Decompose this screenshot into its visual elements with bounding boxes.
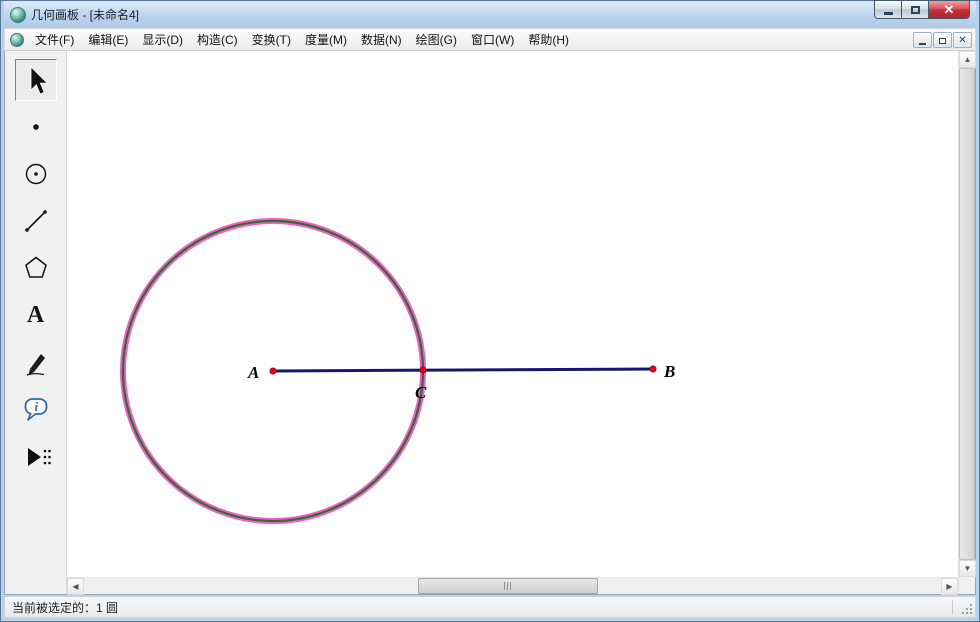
information-tool[interactable]: i bbox=[15, 388, 57, 430]
horizontal-scroll-thumb[interactable] bbox=[418, 578, 598, 594]
mdi-minimize-icon bbox=[919, 43, 926, 45]
compass-tool[interactable] bbox=[15, 153, 57, 195]
window-title: 几何画板 - [未命名4] bbox=[31, 6, 139, 23]
horizontal-scroll-track[interactable] bbox=[84, 578, 941, 594]
window-controls: ✕ bbox=[875, 0, 970, 19]
horizontal-scrollbar[interactable]: ◀ ▶ bbox=[67, 577, 958, 594]
segment-object[interactable] bbox=[273, 369, 653, 371]
menu-measure[interactable]: 度量(M) bbox=[298, 28, 354, 51]
tool-palette: A i bbox=[5, 51, 67, 594]
custom-tool-icon bbox=[19, 440, 53, 472]
resize-grip[interactable] bbox=[970, 612, 972, 614]
svg-text:i: i bbox=[34, 399, 38, 414]
scroll-down-arrow[interactable]: ▼ bbox=[959, 560, 976, 577]
title-bar[interactable]: 几何画板 - [未命名4] ✕ bbox=[4, 1, 976, 28]
menu-graph[interactable]: 绘图(G) bbox=[409, 28, 464, 51]
marker-icon bbox=[20, 346, 52, 378]
vertical-scroll-track[interactable] bbox=[959, 68, 975, 560]
point-label-A[interactable]: A bbox=[247, 363, 259, 382]
selection-arrow-tool[interactable] bbox=[15, 59, 57, 101]
custom-tool[interactable] bbox=[15, 435, 57, 477]
mdi-restore-button[interactable] bbox=[933, 32, 952, 48]
polygon-tool[interactable] bbox=[15, 247, 57, 289]
app-icon bbox=[10, 7, 26, 23]
information-icon: i bbox=[20, 393, 52, 425]
status-right-panel bbox=[953, 597, 975, 617]
point-label-B[interactable]: B bbox=[663, 362, 675, 381]
straightedge-tool[interactable] bbox=[15, 200, 57, 242]
straightedge-icon bbox=[20, 205, 52, 237]
mdi-restore-icon bbox=[939, 38, 946, 44]
sketch-canvas[interactable]: A B C bbox=[67, 51, 958, 577]
document-icon bbox=[10, 33, 24, 47]
point-icon bbox=[20, 111, 52, 143]
polygon-icon bbox=[20, 252, 52, 284]
mdi-close-icon: ✕ bbox=[958, 35, 966, 46]
menu-window[interactable]: 窗口(W) bbox=[464, 28, 521, 51]
status-bar: 当前被选定的：1 圆 bbox=[4, 596, 976, 618]
point-A[interactable] bbox=[270, 368, 276, 374]
menu-bar: 文件(F) 编辑(E) 显示(D) 构造(C) 变换(T) 度量(M) 数据(N… bbox=[4, 28, 976, 51]
compass-icon bbox=[20, 158, 52, 190]
close-button[interactable]: ✕ bbox=[928, 0, 970, 19]
close-icon: ✕ bbox=[944, 2, 955, 18]
minimize-button[interactable] bbox=[874, 0, 902, 19]
menu-edit[interactable]: 编辑(E) bbox=[81, 28, 135, 51]
scroll-grip-icon bbox=[504, 582, 513, 590]
point-B[interactable] bbox=[650, 366, 656, 372]
app-window: 几何画板 - [未命名4] ✕ 文件(F) 编辑(E) 显示(D) 构造(C) … bbox=[0, 0, 980, 622]
menu-data[interactable]: 数据(N) bbox=[354, 28, 409, 51]
maximize-icon bbox=[911, 6, 920, 14]
workspace: A i bbox=[4, 51, 976, 595]
geometry-svg[interactable]: A B C bbox=[67, 51, 958, 577]
text-tool[interactable]: A bbox=[15, 294, 57, 336]
point-C[interactable] bbox=[420, 367, 426, 373]
scroll-up-arrow[interactable]: ▲ bbox=[959, 51, 976, 68]
maximize-button[interactable] bbox=[901, 0, 929, 19]
text-tool-icon: A bbox=[27, 302, 44, 329]
marker-tool[interactable] bbox=[15, 341, 57, 383]
scrollbar-corner bbox=[959, 577, 975, 594]
selection-arrow-icon bbox=[20, 64, 52, 96]
menu-transform[interactable]: 变换(T) bbox=[245, 28, 298, 51]
selection-status-text: 当前被选定的：1 圆 bbox=[5, 599, 952, 616]
menu-display[interactable]: 显示(D) bbox=[135, 28, 190, 51]
vertical-scrollbar[interactable]: ▲ ▼ bbox=[958, 51, 975, 594]
scroll-left-arrow[interactable]: ◀ bbox=[67, 578, 84, 595]
menu-construct[interactable]: 构造(C) bbox=[190, 28, 245, 51]
mdi-minimize-button[interactable] bbox=[913, 32, 932, 48]
mdi-close-button[interactable]: ✕ bbox=[953, 32, 972, 48]
menu-file[interactable]: 文件(F) bbox=[28, 28, 81, 51]
point-label-C[interactable]: C bbox=[415, 383, 427, 402]
scroll-right-arrow[interactable]: ▶ bbox=[941, 578, 958, 595]
minimize-icon bbox=[884, 12, 893, 15]
menu-help[interactable]: 帮助(H) bbox=[521, 28, 576, 51]
mdi-window-controls: ✕ bbox=[913, 32, 972, 48]
sketch-area: A B C ◀ ▶ bbox=[67, 51, 958, 594]
point-tool[interactable] bbox=[15, 106, 57, 148]
vertical-scroll-thumb[interactable] bbox=[959, 68, 975, 560]
